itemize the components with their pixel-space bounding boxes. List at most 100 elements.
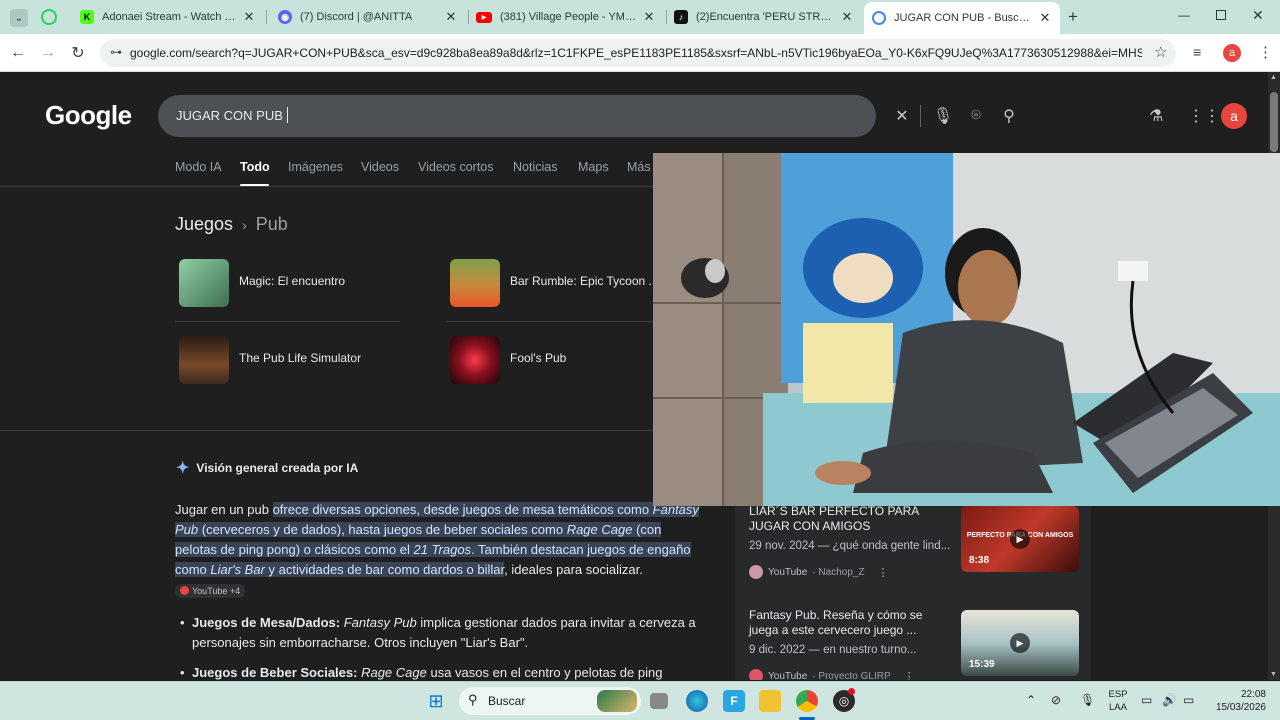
video-duration: 15:39 — [969, 659, 995, 670]
close-tab-icon[interactable]: ✕ — [642, 9, 656, 25]
tiktok-icon: ♪ — [674, 10, 688, 24]
clear-search-icon[interactable]: ✕ — [892, 106, 912, 126]
game-divider — [446, 321, 653, 322]
scroll-up-arrow-icon[interactable]: ▲ — [1270, 74, 1277, 81]
tab-google-active[interactable]: JUGAR CON PUB - Buscar con G ✕ — [864, 2, 1060, 34]
tab-noticias[interactable]: Noticias — [513, 160, 557, 174]
more-options-icon[interactable]: ⋮ — [904, 670, 915, 681]
url-text[interactable]: google.com/search?q=JUGAR+CON+PUB&sca_es… — [130, 46, 1142, 60]
account-avatar[interactable]: a — [1221, 103, 1247, 129]
breadcrumb-main[interactable]: Juegos — [175, 214, 233, 234]
tab-tiktok[interactable]: ♪ (2)Encuentra 'PERU STREAM CC ✕ — [666, 4, 862, 30]
tab-separator — [266, 10, 267, 24]
browser-menu-icon[interactable]: ⋮ — [1258, 43, 1273, 61]
video-title[interactable]: Fantasy Pub. Reseña y cómo se juega a es… — [749, 608, 953, 638]
ai-text: , ideales para socializar. — [504, 562, 643, 577]
network-off-icon[interactable]: ⊘ — [1051, 693, 1061, 707]
tab-discord[interactable]: ◉ (7) Discord | @ANITTA ✕ — [270, 4, 466, 30]
video-source: YouTube · Proyecto GLIRP ⋮ — [749, 669, 915, 680]
game-card[interactable]: Bar Rumble: Epic Tycoon ... — [446, 257, 659, 309]
scrollbar-thumb[interactable] — [1270, 92, 1278, 152]
whatsapp-icon[interactable] — [41, 9, 57, 25]
tab-youtube[interactable]: ▶ (381) Village People - YMCA | Tr ✕ — [468, 4, 664, 30]
ai-text: Rage Cage — [566, 522, 633, 537]
source-label: YouTube — [768, 566, 808, 578]
source-chip[interactable]: YouTube +4 — [175, 583, 246, 598]
battery-icon[interactable]: ▭ — [1183, 693, 1194, 707]
labs-flask-icon[interactable]: ⚗ — [1149, 106, 1163, 126]
taskbar-search[interactable]: ⚲ Buscar — [459, 687, 641, 715]
tab-videos[interactable]: Videos — [361, 160, 399, 174]
ai-overview-title: Visión general creada por IA — [196, 461, 359, 475]
tab-modo-ia[interactable]: Modo IA — [175, 160, 222, 174]
tab-maps[interactable]: Maps — [578, 160, 609, 174]
tray-chevron-icon[interactable]: ⌃ — [1026, 693, 1036, 707]
video-results-panel: LIAR´S BAR PERFECTO PARA JUGAR CON AMIGO… — [735, 502, 1091, 680]
bookmark-star-icon[interactable]: ☆ — [1154, 43, 1167, 61]
video-thumbnail[interactable]: ▶ 15:39 — [961, 610, 1079, 676]
media-control-icon[interactable]: ≡ — [1193, 44, 1201, 60]
video-date: 9 dic. 2022 — en nuestro turno... — [749, 644, 917, 656]
file-explorer-icon[interactable] — [759, 690, 781, 712]
lens-camera-icon[interactable]: ⌾ — [966, 106, 986, 126]
taskbar-search-label: Buscar — [488, 694, 526, 708]
game-thumbnail — [450, 259, 500, 307]
video-card[interactable]: LIAR´S BAR PERFECTO PARA JUGAR CON AMIGO… — [735, 502, 1091, 592]
browser-tab-strip: ⌄ K Adonaei Stream - Watch Live o ✕ ◉ (7… — [0, 0, 1280, 34]
edge-icon[interactable] — [686, 690, 708, 712]
game-card[interactable]: The Pub Life Simulator — [175, 334, 400, 386]
scroll-down-arrow-icon[interactable]: ▼ — [1270, 671, 1277, 678]
maximize-icon[interactable] — [1216, 10, 1226, 20]
close-tab-icon[interactable]: ✕ — [444, 9, 458, 25]
task-view-icon[interactable] — [650, 693, 668, 709]
display-icon[interactable]: ▭ — [1141, 693, 1152, 707]
volume-icon[interactable]: 🔊 — [1162, 693, 1177, 707]
ai-overview-header: ✦ Visión general creada por IA — [176, 458, 358, 478]
video-card[interactable]: Fantasy Pub. Reseña y cómo se juega a es… — [735, 602, 1091, 680]
minimize-icon[interactable]: — — [1178, 8, 1190, 22]
input-language[interactable]: ESP LAA — [1106, 688, 1130, 714]
search-icon[interactable]: ⚲ — [999, 106, 1019, 126]
channel-name: · Nachop_Z — [812, 566, 865, 578]
video-title[interactable]: LIAR´S BAR PERFECTO PARA JUGAR CON AMIGO… — [749, 504, 953, 534]
forward-arrow-icon[interactable]: → — [37, 42, 59, 64]
microphone-icon[interactable]: 🎙 — [933, 106, 953, 126]
close-tab-icon[interactable]: ✕ — [1038, 10, 1052, 26]
microphone-tray-icon[interactable]: 🎙 — [1080, 693, 1095, 707]
more-options-icon[interactable]: ⋮ — [878, 566, 889, 579]
tab-imagenes[interactable]: Imágenes — [288, 160, 343, 174]
tab-search-icon[interactable]: ⌄ — [10, 9, 28, 27]
tab-videos-cortos[interactable]: Videos cortos — [418, 160, 494, 174]
tab-mas[interactable]: Más — [627, 160, 651, 174]
system-clock[interactable]: 22:08 15/03/2026 — [1206, 688, 1266, 714]
channel-avatar — [749, 669, 763, 680]
search-box[interactable]: JUGAR CON PUB ✕ 🎙 ⌾ ⚲ — [158, 95, 1015, 137]
back-arrow-icon[interactable]: ← — [7, 42, 29, 64]
clock-time: 22:08 — [1240, 689, 1266, 700]
window-close-icon[interactable]: ✕ — [1252, 7, 1264, 24]
video-source: YouTube · Nachop_Z ⋮ — [749, 565, 889, 579]
new-tab-plus-icon[interactable]: + — [1068, 7, 1078, 27]
game-thumbnail — [179, 336, 229, 384]
close-tab-icon[interactable]: ✕ — [840, 9, 854, 25]
tab-todo[interactable]: Todo — [240, 160, 270, 174]
address-bar[interactable]: ⊶ google.com/search?q=JUGAR+CON+PUB&sca_… — [100, 39, 1176, 67]
google-logo[interactable]: Google — [45, 100, 132, 131]
bullet-italic: Fantasy Pub — [343, 615, 417, 630]
search-highlight-image — [597, 690, 637, 712]
chrome-icon[interactable] — [796, 690, 818, 712]
video-thumbnail[interactable]: PERFECTO PARA CON AMIGOS ▶ 8:38 — [961, 506, 1079, 572]
game-card[interactable]: Magic: El encuentro — [175, 257, 400, 309]
profile-avatar[interactable]: a — [1223, 44, 1241, 62]
recording-dot — [848, 688, 855, 695]
search-input[interactable]: JUGAR CON PUB — [176, 108, 283, 123]
tab-kick[interactable]: K Adonaei Stream - Watch Live o ✕ — [72, 4, 264, 30]
reload-icon[interactable]: ↻ — [67, 42, 89, 64]
close-tab-icon[interactable]: ✕ — [242, 9, 256, 25]
game-card[interactable]: Fool's Pub — [446, 334, 656, 386]
windows-start-icon[interactable]: ⊞ — [425, 690, 447, 712]
ai-text: Jugar en un pub — [175, 502, 273, 517]
apps-grid-icon[interactable]: ⋮⋮ — [1188, 106, 1220, 126]
site-info-icon[interactable]: ⊶ — [110, 45, 122, 59]
store-icon[interactable]: F — [723, 690, 745, 712]
